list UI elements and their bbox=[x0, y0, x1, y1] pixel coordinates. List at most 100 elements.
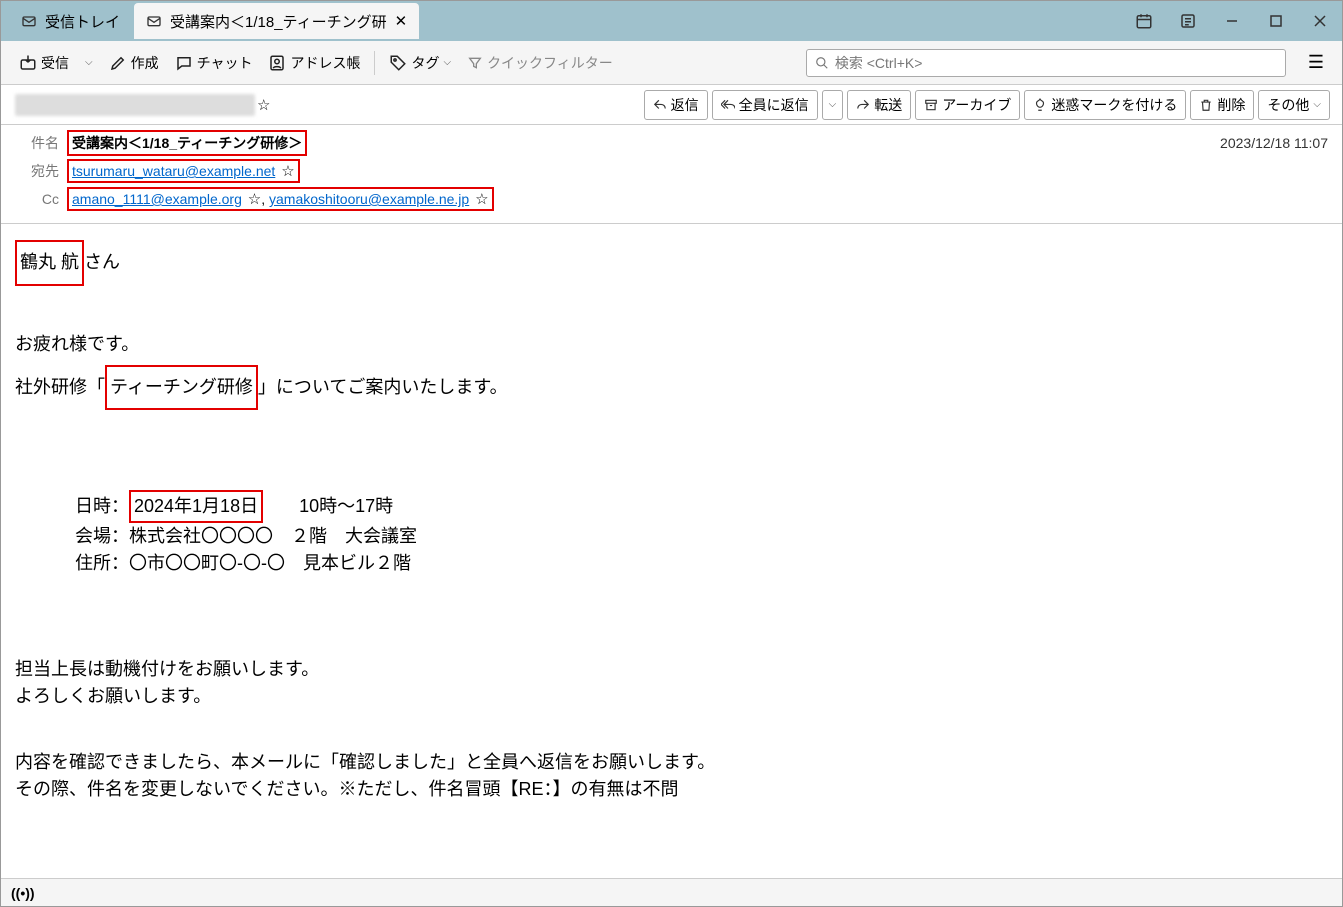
chat-icon bbox=[175, 54, 193, 72]
archive-button[interactable]: アーカイブ bbox=[915, 90, 1020, 120]
minimize-icon bbox=[1225, 14, 1239, 28]
maximize-button[interactable] bbox=[1254, 1, 1298, 41]
body-line-c: 内容を確認できましたら、本メールに「確認しました」と全員へ返信をお願いします。 bbox=[15, 749, 1328, 776]
body-line-d: その際、件名を変更しないでください。※ただし、件名冒頭【RE：】の有無は不問 bbox=[15, 776, 1328, 803]
tasks-button[interactable] bbox=[1166, 1, 1210, 41]
body-line3-pre: 社外研修「 bbox=[15, 377, 105, 397]
cc-sep: , bbox=[261, 191, 269, 207]
addressbook-button[interactable]: アドレス帳 bbox=[262, 49, 366, 77]
to-address: tsurumaru_wataru@example.net bbox=[72, 163, 275, 179]
connection-icon: ((•)) bbox=[11, 885, 35, 901]
close-icon bbox=[1313, 14, 1327, 28]
main-toolbar: 受信 ⌵ 作成 チャット アドレス帳 タグ ⌵ クイックフィルター 検索 <Ct… bbox=[1, 41, 1342, 85]
junk-label: 迷惑マークを付ける bbox=[1051, 95, 1177, 115]
timestamp: 2023/12/18 11:07 bbox=[1220, 135, 1328, 151]
search-input[interactable]: 検索 <Ctrl+K> bbox=[806, 49, 1286, 77]
close-button[interactable] bbox=[1298, 1, 1342, 41]
cc-address-1: amano_1111@example.org bbox=[72, 191, 242, 207]
quickfilter-label: クイックフィルター bbox=[487, 53, 613, 73]
message-body: 鶴丸 航さん お疲れ様です。 社外研修「ティーチング研修」についてご案内いたしま… bbox=[1, 224, 1342, 878]
delete-label: 削除 bbox=[1217, 95, 1245, 115]
minimize-button[interactable] bbox=[1210, 1, 1254, 41]
tab-inbox[interactable]: 受信トレイ bbox=[9, 3, 132, 39]
mail-icon bbox=[146, 13, 162, 29]
search-placeholder: 検索 <Ctrl+K> bbox=[835, 53, 923, 73]
to-label: 宛先 bbox=[15, 161, 59, 181]
reply-button[interactable]: 返信 bbox=[644, 90, 708, 120]
body-line2: お疲れ様です。 bbox=[15, 325, 1328, 365]
calendar-button[interactable] bbox=[1122, 1, 1166, 41]
separator bbox=[374, 51, 375, 75]
receive-dropdown[interactable]: ⌵ bbox=[79, 53, 99, 72]
addressbook-icon bbox=[268, 54, 286, 72]
chevron-down-icon: ⌵ bbox=[1313, 99, 1321, 110]
quickfilter-button[interactable]: クイックフィルター bbox=[461, 49, 619, 77]
chevron-down-icon: ⌵ bbox=[829, 99, 837, 110]
cc-recipients[interactable]: amano_1111@example.org ☆, yamakoshitooru… bbox=[67, 187, 494, 211]
maximize-icon bbox=[1270, 15, 1282, 27]
chat-button[interactable]: チャット bbox=[169, 49, 259, 77]
calendar-icon bbox=[1135, 12, 1153, 30]
archive-icon bbox=[924, 98, 938, 112]
status-bar: ((•)) bbox=[1, 878, 1342, 906]
tab-close-icon[interactable]: ✕ bbox=[395, 12, 408, 30]
compose-label: 作成 bbox=[131, 53, 159, 73]
to-star[interactable]: ☆ bbox=[281, 163, 294, 180]
filter-icon bbox=[467, 55, 483, 71]
app-menu-button[interactable]: ☰ bbox=[1302, 48, 1330, 77]
body-suffix: さん bbox=[84, 252, 120, 272]
replyall-dropdown[interactable]: ⌵ bbox=[822, 90, 844, 120]
inbox-icon bbox=[21, 13, 37, 29]
chevron-down-icon: ⌵ bbox=[443, 57, 451, 68]
sched-date: 2024年1月18日 bbox=[129, 490, 263, 523]
to-recipient[interactable]: tsurumaru_wataru@example.net ☆ bbox=[67, 159, 300, 183]
replyall-icon bbox=[721, 98, 735, 112]
tab-message[interactable]: 受講案内＜1/18_ティーチング研 ✕ bbox=[134, 3, 419, 39]
body-line-b: よろしくお願いします。 bbox=[15, 683, 1328, 710]
body-line-a: 担当上長は動機付けをお願いします。 bbox=[15, 656, 1328, 683]
cc-star-2[interactable]: ☆ bbox=[475, 191, 488, 208]
other-button[interactable]: その他 ⌵ bbox=[1258, 90, 1330, 120]
forward-button[interactable]: 転送 bbox=[847, 90, 911, 120]
tab-bar: 受信トレイ 受講案内＜1/18_ティーチング研 ✕ bbox=[1, 1, 1342, 41]
replyall-label: 全員に返信 bbox=[739, 95, 809, 115]
menu-icon: ☰ bbox=[1308, 52, 1324, 72]
body-line3-post: 」についてご案内いたします。 bbox=[258, 377, 508, 397]
sched-venue: 会場：株式会社〇〇〇〇 ２階 大会議室 bbox=[75, 523, 1328, 550]
replyall-button[interactable]: 全員に返信 bbox=[712, 90, 818, 120]
search-icon bbox=[815, 56, 829, 70]
tab-message-label: 受講案内＜1/18_ティーチング研 bbox=[170, 11, 387, 32]
receive-icon bbox=[19, 54, 37, 72]
sched-addr: 住所：〇市〇〇町〇-〇-〇 見本ビル２階 bbox=[75, 550, 1328, 577]
tab-inbox-label: 受信トレイ bbox=[45, 11, 120, 32]
message-action-bar: ☆ 返信 全員に返信 ⌵ 転送 アーカイブ 迷惑マークを付ける bbox=[1, 85, 1342, 125]
tasks-icon bbox=[1179, 12, 1197, 30]
delete-button[interactable]: 削除 bbox=[1190, 90, 1254, 120]
subject-label: 件名 bbox=[15, 133, 59, 153]
sched-time: 10時～17時 bbox=[263, 496, 393, 516]
receive-label: 受信 bbox=[41, 53, 69, 73]
tag-button[interactable]: タグ ⌵ bbox=[383, 49, 457, 77]
from-star[interactable]: ☆ bbox=[257, 96, 270, 114]
tag-icon bbox=[389, 54, 407, 72]
sched-date-label: 日時： bbox=[75, 496, 129, 516]
chat-label: チャット bbox=[197, 53, 253, 73]
from-address bbox=[15, 94, 255, 116]
junk-button[interactable]: 迷惑マークを付ける bbox=[1024, 90, 1186, 120]
body-name: 鶴丸 航 bbox=[15, 240, 84, 286]
compose-button[interactable]: 作成 bbox=[103, 49, 165, 77]
archive-label: アーカイブ bbox=[942, 95, 1011, 115]
body-training-name: ティーチング研修 bbox=[105, 365, 258, 411]
reply-icon bbox=[653, 98, 667, 112]
addressbook-label: アドレス帳 bbox=[290, 53, 360, 73]
delete-icon bbox=[1199, 98, 1213, 112]
forward-label: 転送 bbox=[874, 95, 902, 115]
tag-label: タグ bbox=[411, 53, 439, 73]
message-headers: 件名 受講案内＜1/18_ティーチング研修＞ 2023/12/18 11:07 … bbox=[1, 125, 1342, 224]
cc-label: Cc bbox=[15, 191, 59, 207]
cc-star-1[interactable]: ☆ bbox=[248, 191, 261, 208]
compose-icon bbox=[109, 54, 127, 72]
other-label: その他 bbox=[1267, 95, 1309, 115]
cc-address-2: yamakoshitooru@example.ne.jp bbox=[269, 191, 469, 207]
receive-button[interactable]: 受信 bbox=[13, 49, 75, 77]
